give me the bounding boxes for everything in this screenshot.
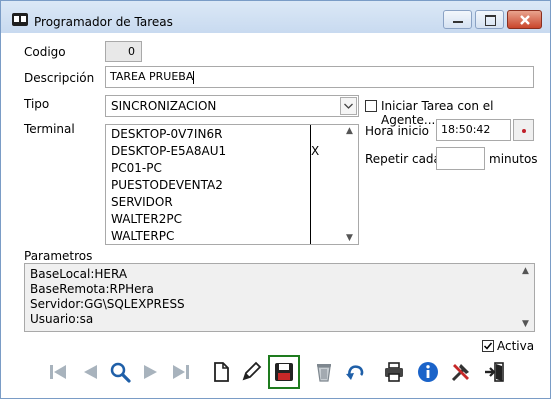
- text-cursor: [193, 70, 195, 84]
- previous-icon: [84, 365, 97, 379]
- terminal-list-item[interactable]: SERVIDOR: [106, 194, 358, 211]
- repetir-field[interactable]: [436, 147, 485, 170]
- terminal-scrollbar[interactable]: ▲ ▼: [341, 125, 358, 244]
- scroll-down-icon[interactable]: ▼: [341, 233, 358, 243]
- param-line: BaseLocal:HERA: [30, 267, 128, 281]
- dot-icon: [522, 129, 526, 133]
- parametros-scrollbar[interactable]: ▲ ▼: [517, 264, 534, 331]
- activa-checkbox[interactable]: [482, 340, 494, 352]
- pencil-icon: [242, 361, 262, 381]
- param-line: BaseRemota:RPHera: [30, 282, 154, 296]
- terminal-name: PC01-PC: [111, 161, 162, 175]
- terminal-selected-mark: X: [311, 144, 320, 158]
- delete-button[interactable]: [310, 358, 338, 386]
- scroll-up-icon[interactable]: ▲: [341, 126, 358, 136]
- terminal-name: DESKTOP-0V7IN6R: [111, 127, 223, 141]
- undo-icon: [346, 365, 364, 380]
- save-button[interactable]: [268, 355, 300, 389]
- terminal-list-item[interactable]: WALTER2PC: [106, 211, 358, 228]
- chevron-down-icon: [344, 103, 353, 109]
- iniciar-agente-checkbox[interactable]: [365, 100, 377, 112]
- first-icon: [50, 365, 66, 379]
- param-line: Servidor:GG\SQLEXPRESS: [30, 297, 185, 311]
- terminal-list[interactable]: DESKTOP-0V7IN6R DESKTOP-E5A8AU1 X PC01-PC PU…: [105, 124, 359, 245]
- codigo-label: Codigo: [24, 45, 66, 59]
- new-document-icon: [214, 362, 229, 382]
- app-window: Programador de Tareas Codigo 0 Descripci…: [0, 0, 551, 399]
- hora-inicio-field[interactable]: 18:50:42: [436, 119, 511, 141]
- close-button[interactable]: [507, 10, 542, 29]
- hora-inicio-label: Hora inicio: [365, 124, 430, 138]
- codigo-value: 0: [128, 45, 135, 58]
- hora-inicio-value: 18:50:42: [441, 123, 491, 136]
- info-icon: [418, 362, 438, 382]
- parametros-textarea[interactable]: BaseLocal:HERA BaseRemota:RPHera Servido…: [24, 263, 535, 332]
- terminal-name: DESKTOP-E5A8AU1: [111, 144, 227, 158]
- app-icon: [12, 13, 28, 26]
- title-bar: Programador de Tareas: [1, 1, 550, 33]
- window-title: Programador de Tareas: [34, 15, 173, 29]
- scroll-up-icon[interactable]: ▲: [517, 266, 534, 276]
- previous-record-button[interactable]: [76, 358, 104, 386]
- dropdown-button[interactable]: [340, 97, 357, 115]
- first-record-button[interactable]: [44, 358, 72, 386]
- scroll-down-icon[interactable]: ▼: [517, 319, 534, 329]
- info-button[interactable]: [414, 358, 442, 386]
- close-icon: [520, 15, 530, 25]
- terminal-list-item[interactable]: WALTERPC: [106, 228, 358, 244]
- maximize-button[interactable]: [475, 10, 504, 29]
- last-icon: [173, 365, 189, 379]
- repetir-label: Repetir cada: [365, 152, 441, 166]
- terminal-name: WALTER2PC: [111, 212, 182, 226]
- tipo-label: Tipo: [24, 97, 50, 111]
- terminal-list-item[interactable]: PUESTODEVENTA2: [106, 177, 358, 194]
- save-icon: [275, 363, 293, 381]
- printer-icon: [385, 362, 403, 382]
- maximize-icon: [485, 15, 496, 26]
- column-divider: [310, 125, 311, 244]
- search-icon: [110, 362, 131, 383]
- parametros-label: Parametros: [24, 249, 93, 263]
- minutos-label: minutos: [489, 152, 538, 166]
- terminal-list-item[interactable]: DESKTOP-E5A8AU1 X: [106, 143, 358, 160]
- exit-button[interactable]: [481, 358, 509, 386]
- terminal-name: PUESTODEVENTA2: [111, 178, 223, 192]
- activa-label: Activa: [497, 339, 535, 353]
- new-button[interactable]: [207, 358, 235, 386]
- terminal-list-item[interactable]: DESKTOP-0V7IN6R: [106, 126, 358, 143]
- tipo-value: SINCRONIZACION: [111, 99, 217, 113]
- tools-icon: [451, 364, 469, 382]
- time-picker-button[interactable]: [513, 119, 534, 141]
- edit-button[interactable]: [237, 358, 265, 386]
- descripcion-value: TAREA PRUEBA: [110, 70, 194, 83]
- exit-door-icon: [485, 362, 504, 382]
- next-record-button[interactable]: [137, 358, 165, 386]
- terminal-label: Terminal: [24, 122, 75, 136]
- terminal-list-item[interactable]: PC01-PC: [106, 160, 358, 177]
- undo-button[interactable]: [341, 358, 369, 386]
- checkmark-icon: [483, 342, 493, 350]
- descripcion-field[interactable]: TAREA PRUEBA: [105, 66, 534, 88]
- codigo-field[interactable]: 0: [105, 41, 142, 62]
- search-button[interactable]: [106, 358, 134, 386]
- terminal-name: WALTERPC: [111, 229, 175, 243]
- minimize-icon: [453, 21, 463, 23]
- terminal-items: DESKTOP-0V7IN6R DESKTOP-E5A8AU1 X PC01-PC PU…: [106, 125, 358, 244]
- descripcion-label: Descripción: [24, 71, 95, 85]
- last-record-button[interactable]: [167, 358, 195, 386]
- print-button[interactable]: [380, 358, 408, 386]
- terminal-name: SERVIDOR: [111, 195, 173, 209]
- next-icon: [144, 365, 157, 379]
- trash-icon: [317, 364, 331, 382]
- minimize-button[interactable]: [443, 10, 472, 29]
- tipo-select[interactable]: SINCRONIZACION: [105, 95, 359, 117]
- tools-button[interactable]: [447, 358, 475, 386]
- param-line: Usuario:sa: [30, 312, 94, 326]
